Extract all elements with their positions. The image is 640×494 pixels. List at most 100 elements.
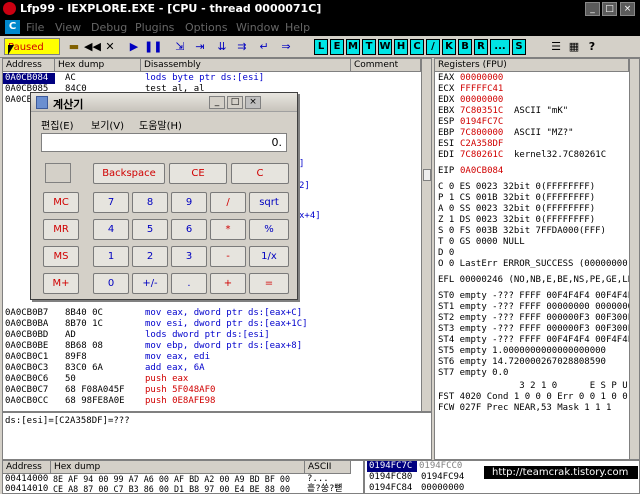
calc-menu-help[interactable]: 도움말(H)	[139, 117, 182, 132]
scroll-thumb[interactable]	[423, 169, 431, 181]
source-button[interactable]: S	[512, 39, 526, 55]
calc-close-button[interactable]: ×	[245, 96, 261, 109]
disasm-row[interactable]: 0A0CB0C1 89F8 mov eax, edi	[3, 352, 363, 363]
key-subtract[interactable]: -	[210, 246, 246, 267]
flag-row[interactable]: D 0	[438, 248, 638, 259]
fpu-row[interactable]: ST0 empty -??? FFFF 00F4F4F4 00F4F4F4	[438, 291, 638, 302]
handles-button[interactable]: H	[394, 39, 408, 55]
executable-modules-button[interactable]: E	[330, 39, 344, 55]
disasm-row[interactable]: 0A0CB0CC 68 98FE8A0E push 0E8AFE98	[3, 396, 363, 407]
execute-till-return-icon[interactable]: ↵	[256, 39, 272, 55]
flag-row[interactable]: O 0 LastErr ERROR_SUCCESS (00000000)	[438, 259, 638, 270]
key-8[interactable]: 8	[132, 192, 168, 213]
registers-pane[interactable]: Registers (FPU) EAX 00000000 ECX FFFFFC41 …	[434, 58, 640, 460]
disasm-row-selected[interactable]: 0A0CB084	[3, 73, 55, 84]
calc-minimize-button[interactable]: _	[209, 96, 225, 109]
key-2[interactable]: 2	[132, 246, 168, 267]
key-equals[interactable]: =	[249, 273, 289, 294]
flag-row[interactable]: C 0 ES 0023 32bit 0(FFFFFFFF)	[438, 182, 638, 193]
key-3[interactable]: 3	[171, 246, 207, 267]
registers-header[interactable]: Registers (FPU)	[435, 59, 629, 72]
reg-eax[interactable]: EAX 00000000	[438, 73, 638, 84]
fpu-row[interactable]: ST7 empty 0.0	[438, 368, 638, 379]
close-button[interactable]: ×	[620, 2, 635, 16]
calc-menu-edit[interactable]: 편집(E)	[41, 117, 74, 132]
fpu-row[interactable]: ST4 empty -??? FFFF 00F4F4F4 00F4F4F4	[438, 335, 638, 346]
open-icon[interactable]: ▬	[66, 39, 82, 55]
fpu-row[interactable]: ST3 empty -??? FFFF 000000F3 00F300F3	[438, 324, 638, 335]
dump-col-ascii[interactable]: ASCII	[305, 461, 351, 474]
step-over-icon[interactable]: ⇥	[192, 39, 208, 55]
disasm-row[interactable]: 0A0CB0BD AD lods dword ptr ds:[esi]	[3, 330, 363, 341]
menu-options[interactable]: Options	[185, 21, 227, 34]
reg-esp[interactable]: ESP 0194FC7C	[438, 117, 638, 128]
m-plus-button[interactable]: M+	[43, 273, 79, 294]
key-5[interactable]: 5	[132, 219, 168, 240]
log-window-button[interactable]: L	[314, 39, 328, 55]
disasm-row[interactable]: AC lods byte ptr ds:[esi]	[55, 73, 355, 84]
key-reciprocal[interactable]: 1/x	[249, 246, 289, 267]
reg-edx[interactable]: EDX 00000000	[438, 95, 638, 106]
disasm-row[interactable]: 0A0CB0BE 8B68 08 mov ebp, dword ptr ds:[…	[3, 341, 363, 352]
fpu-row[interactable]: ST6 empty 14.720000267028808590	[438, 357, 638, 368]
flag-row[interactable]: S 0 FS 003B 32bit 7FFDA000(FFF)	[438, 226, 638, 237]
disasm-row[interactable]: 0A0CB0C3 83C0 6A add eax, 6A	[3, 363, 363, 374]
step-into-icon[interactable]: ⇲	[172, 39, 188, 55]
reg-esi[interactable]: ESI C2A358DF	[438, 139, 638, 150]
breakpoints-button[interactable]: B	[458, 39, 472, 55]
trace-into-icon[interactable]: ⇊	[214, 39, 230, 55]
key-9[interactable]: 9	[171, 192, 207, 213]
reg-ebx[interactable]: EBX 7C80351C ASCII "mK"	[438, 106, 638, 117]
col-hex-dump[interactable]: Hex dump	[55, 59, 141, 72]
flag-row[interactable]: A 0 SS 0023 32bit 0(FFFFFFFF)	[438, 204, 638, 215]
list-icon[interactable]: ☰	[548, 39, 564, 55]
mc-button[interactable]: MC	[43, 192, 79, 213]
patches-button[interactable]: /	[426, 39, 440, 55]
calculator-display[interactable]: 0.	[41, 133, 287, 152]
key-negate[interactable]: +/-	[132, 273, 168, 294]
backspace-button[interactable]: Backspace	[93, 163, 165, 184]
dump-pane[interactable]: Address Hex dump ASCII 00414000 8E AF 94…	[2, 460, 364, 494]
restart-icon[interactable]: ◀◀	[84, 39, 101, 55]
key-multiply[interactable]: *	[210, 219, 246, 240]
dump-col-hex[interactable]: Hex dump	[51, 461, 305, 474]
disasm-row[interactable]: 0A0CB0BA 8B70 1C mov esi, dword ptr ds:[…	[3, 319, 363, 330]
col-address[interactable]: Address	[3, 59, 55, 72]
dump-row[interactable]: 00414010 CE A8 87 00 C7 B3 86 00 D1 B8 9…	[3, 484, 363, 493]
maximize-button[interactable]: □	[602, 2, 617, 16]
fcw-row[interactable]: FCW 027F Prec NEAR,53 Mask 1 1 1	[438, 403, 638, 414]
menu-file[interactable]: File	[26, 21, 44, 34]
memory-map-button[interactable]: M	[346, 39, 360, 55]
flag-row[interactable]: P 1 CS 001B 32bit 0(FFFFFFFF)	[438, 193, 638, 204]
col-disassembly[interactable]: Disassembly	[141, 59, 351, 72]
key-percent[interactable]: %	[249, 219, 289, 240]
fpu-row[interactable]: ST1 empty -??? FFFF 00000000 00000000	[438, 302, 638, 313]
fst-row[interactable]: FST 4020 Cond 1 0 0 0 Err 0 0 1 0 0	[438, 392, 638, 403]
fpu-row[interactable]: ST2 empty -??? FFFF 000000F3 00F300F3	[438, 313, 638, 324]
key-6[interactable]: 6	[171, 219, 207, 240]
ce-button[interactable]: CE	[169, 163, 227, 184]
disasm-row[interactable]: 0A0CB0B7 8B40 0C mov eax, dword ptr ds:[…	[3, 308, 363, 319]
stack-row-selected[interactable]: 0194FC7C	[367, 461, 417, 472]
threads-button[interactable]: T	[362, 39, 376, 55]
calculator-title-bar[interactable]: 계산기 _ □ ×	[31, 93, 297, 112]
dump-col-address[interactable]: Address	[3, 461, 51, 474]
efl-row[interactable]: EFL 00000246 (NO,NB,E,BE,NS,PE,GE,LE)	[438, 275, 638, 286]
registers-scrollbar[interactable]	[629, 59, 639, 459]
disasm-row[interactable]: 0A0CB0C6 50 push eax	[3, 374, 363, 385]
key-4[interactable]: 4	[93, 219, 129, 240]
flag-row[interactable]: T 0 GS 0000 NULL	[438, 237, 638, 248]
help-icon[interactable]: ?	[584, 39, 600, 55]
fpu-row[interactable]: ST5 empty 1.0000000000000000000	[438, 346, 638, 357]
reg-ecx[interactable]: ECX FFFFFC41	[438, 84, 638, 95]
key-decimal[interactable]: .	[171, 273, 207, 294]
run-trace-button[interactable]: ...	[490, 39, 510, 55]
reg-eip[interactable]: EIP 0A0CB084	[438, 166, 638, 177]
disasm-row[interactable]: 0A0CB0C7 68 F08A045F push 5F048AF0	[3, 385, 363, 396]
key-1[interactable]: 1	[93, 246, 129, 267]
close-process-icon[interactable]: ✕	[102, 39, 118, 55]
reg-ebp[interactable]: EBP 7C800000 ASCII "MZ?"	[438, 128, 638, 139]
ms-button[interactable]: MS	[43, 246, 79, 267]
mr-button[interactable]: MR	[43, 219, 79, 240]
reg-edi[interactable]: EDI 7C80261C kernel32.7C80261C	[438, 150, 638, 161]
